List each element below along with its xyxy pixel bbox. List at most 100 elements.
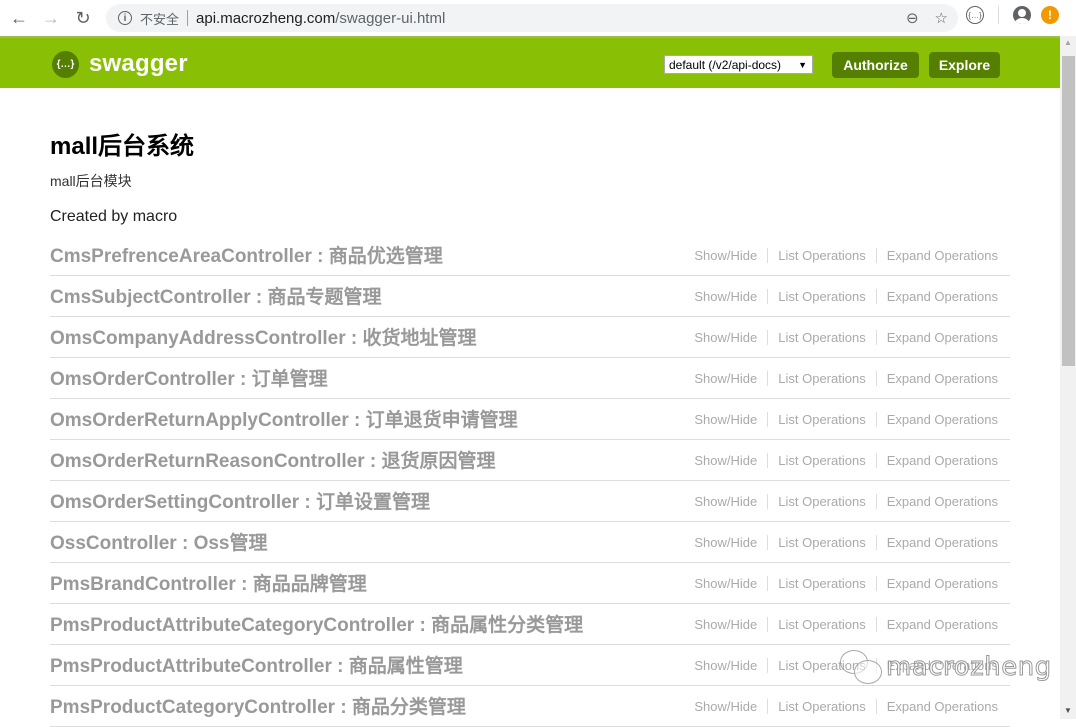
- list-operations-link[interactable]: List Operations: [778, 535, 865, 550]
- expand-operations-link[interactable]: Expand Operations: [887, 576, 998, 591]
- resource-heading-link[interactable]: PmsProductCategoryController : 商品分类管理: [50, 692, 466, 721]
- resource-heading-link[interactable]: OmsOrderReturnReasonController : 退货原因管理: [50, 446, 496, 475]
- resource-heading-link[interactable]: OmsCompanyAddressController : 收货地址管理: [50, 323, 477, 352]
- scroll-down-arrow-icon[interactable]: ▼: [1064, 706, 1072, 715]
- list-operations-link[interactable]: List Operations: [778, 412, 865, 427]
- resource-operations: Show/Hide List Operations Expand Operati…: [694, 493, 1010, 509]
- api-description: mall后台模块: [50, 173, 132, 189]
- update-alert-icon[interactable]: !: [1041, 6, 1059, 24]
- reload-button[interactable]: ↻: [70, 5, 96, 31]
- show-hide-link[interactable]: Show/Hide: [694, 658, 757, 673]
- profile-avatar-icon[interactable]: [1013, 6, 1031, 24]
- resource-row: PmsBrandController : 商品品牌管理 Show/Hide Li…: [50, 563, 1010, 604]
- watermark-text: macrozheng: [886, 652, 1052, 683]
- arrow-left-icon: ←: [10, 7, 28, 28]
- show-hide-link[interactable]: Show/Hide: [694, 371, 757, 386]
- show-hide-link[interactable]: Show/Hide: [694, 289, 757, 304]
- show-hide-link[interactable]: Show/Hide: [694, 412, 757, 427]
- expand-operations-link[interactable]: Expand Operations: [887, 617, 998, 632]
- list-operations-link[interactable]: List Operations: [778, 248, 865, 263]
- authorize-button[interactable]: Authorize: [832, 52, 919, 78]
- list-operations-link[interactable]: List Operations: [778, 617, 865, 632]
- swagger-logo-icon: {…}: [52, 50, 79, 78]
- api-title: mall后台系统: [50, 133, 195, 160]
- expand-operations-link[interactable]: Expand Operations: [887, 412, 998, 427]
- list-operations-link[interactable]: List Operations: [778, 699, 865, 714]
- resource-operations: Show/Hide List Operations Expand Operati…: [694, 288, 1010, 304]
- resource-heading-link[interactable]: OmsOrderSettingController : 订单设置管理: [50, 487, 430, 516]
- zoom-icon[interactable]: ⊖: [906, 9, 919, 27]
- list-operations-link[interactable]: List Operations: [778, 453, 865, 468]
- expand-operations-link[interactable]: Expand Operations: [887, 330, 998, 345]
- back-button[interactable]: ←: [6, 5, 32, 31]
- arrow-right-icon: →: [42, 7, 60, 28]
- expand-operations-link[interactable]: Expand Operations: [887, 535, 998, 550]
- api-spec-select-value: default (/v2/api-docs): [669, 57, 782, 72]
- show-hide-link[interactable]: Show/Hide: [694, 576, 757, 591]
- show-hide-link[interactable]: Show/Hide: [694, 453, 757, 468]
- show-hide-link[interactable]: Show/Hide: [694, 248, 757, 263]
- resource-heading-link[interactable]: CmsPrefrenceAreaController : 商品优选管理: [50, 241, 443, 270]
- forward-button[interactable]: →: [38, 5, 64, 31]
- resource-heading-link[interactable]: PmsBrandController : 商品品牌管理: [50, 569, 367, 598]
- resource-heading-link[interactable]: OmsOrderReturnApplyController : 订单退货申请管理: [50, 405, 518, 434]
- list-operations-link[interactable]: List Operations: [778, 494, 865, 509]
- watermark: macrozheng: [840, 650, 1052, 684]
- page-scrollbar[interactable]: ▲ ▼: [1060, 36, 1076, 719]
- show-hide-link[interactable]: Show/Hide: [694, 699, 757, 714]
- list-operations-link[interactable]: List Operations: [778, 289, 865, 304]
- resource-row: CmsPrefrenceAreaController : 商品优选管理 Show…: [50, 235, 1010, 276]
- ops-divider: [875, 616, 877, 632]
- resource-row: PmsProductAttributeCategoryController : …: [50, 604, 1010, 645]
- resource-heading-link[interactable]: OssController : Oss管理: [50, 528, 268, 557]
- wechat-icon: [840, 650, 884, 684]
- resource-heading-link[interactable]: OmsOrderController : 订单管理: [50, 364, 328, 393]
- resource-row: OssController : Oss管理 Show/Hide List Ope…: [50, 522, 1010, 563]
- show-hide-link[interactable]: Show/Hide: [694, 617, 757, 632]
- show-hide-link[interactable]: Show/Hide: [694, 535, 757, 550]
- ops-divider: [875, 452, 877, 468]
- show-hide-link[interactable]: Show/Hide: [694, 330, 757, 345]
- resource-heading-link[interactable]: PmsProductAttributeCategoryController : …: [50, 610, 583, 639]
- explore-button[interactable]: Explore: [929, 52, 1000, 78]
- ops-divider: [767, 657, 769, 673]
- reload-icon: ↻: [75, 7, 91, 28]
- address-bar[interactable]: i 不安全 api.macrozheng.com/swagger-ui.html…: [106, 4, 958, 32]
- scrollbar-thumb[interactable]: [1062, 56, 1075, 366]
- ops-divider: [767, 493, 769, 509]
- expand-operations-link[interactable]: Expand Operations: [887, 494, 998, 509]
- ops-divider: [875, 288, 877, 304]
- resource-operations: Show/Hide List Operations Expand Operati…: [694, 329, 1010, 345]
- show-hide-link[interactable]: Show/Hide: [694, 494, 757, 509]
- resource-heading-link[interactable]: CmsSubjectController : 商品专题管理: [50, 282, 381, 311]
- resource-operations: Show/Hide List Operations Expand Operati…: [694, 411, 1010, 427]
- swagger-logo[interactable]: {…} swagger: [52, 50, 188, 78]
- resource-operations: Show/Hide List Operations Expand Operati…: [694, 452, 1010, 468]
- resource-operations: Show/Hide List Operations Expand Operati…: [694, 698, 1010, 714]
- security-label: 不安全: [140, 11, 180, 27]
- expand-operations-link[interactable]: Expand Operations: [887, 699, 998, 714]
- resource-row: PmsProductCategoryController : 商品分类管理 Sh…: [50, 686, 1010, 727]
- bookmark-star-icon[interactable]: ☆: [935, 9, 948, 27]
- resource-operations: Show/Hide List Operations Expand Operati…: [694, 616, 1010, 632]
- extension-icon[interactable]: {…}: [966, 6, 984, 24]
- expand-operations-link[interactable]: Expand Operations: [887, 453, 998, 468]
- browser-toolbar: ← → ↻ i 不安全 api.macrozheng.com/swagger-u…: [0, 0, 1076, 36]
- url-path: /swagger-ui.html: [335, 9, 446, 27]
- expand-operations-link[interactable]: Expand Operations: [887, 248, 998, 263]
- resource-row: OmsOrderReturnApplyController : 订单退货申请管理…: [50, 399, 1010, 440]
- ops-divider: [767, 247, 769, 263]
- list-operations-link[interactable]: List Operations: [778, 371, 865, 386]
- url-host: api.macrozheng.com: [196, 9, 336, 27]
- resource-heading-link[interactable]: PmsProductAttributeController : 商品属性管理: [50, 651, 463, 680]
- info-icon[interactable]: i: [118, 11, 132, 25]
- ops-divider: [767, 370, 769, 386]
- resource-row: CmsSubjectController : 商品专题管理 Show/Hide …: [50, 276, 1010, 317]
- expand-operations-link[interactable]: Expand Operations: [887, 371, 998, 386]
- ops-divider: [767, 698, 769, 714]
- list-operations-link[interactable]: List Operations: [778, 330, 865, 345]
- scroll-up-arrow-icon[interactable]: ▲: [1064, 38, 1072, 47]
- list-operations-link[interactable]: List Operations: [778, 576, 865, 591]
- expand-operations-link[interactable]: Expand Operations: [887, 289, 998, 304]
- api-spec-select[interactable]: default (/v2/api-docs) ▼: [664, 55, 813, 74]
